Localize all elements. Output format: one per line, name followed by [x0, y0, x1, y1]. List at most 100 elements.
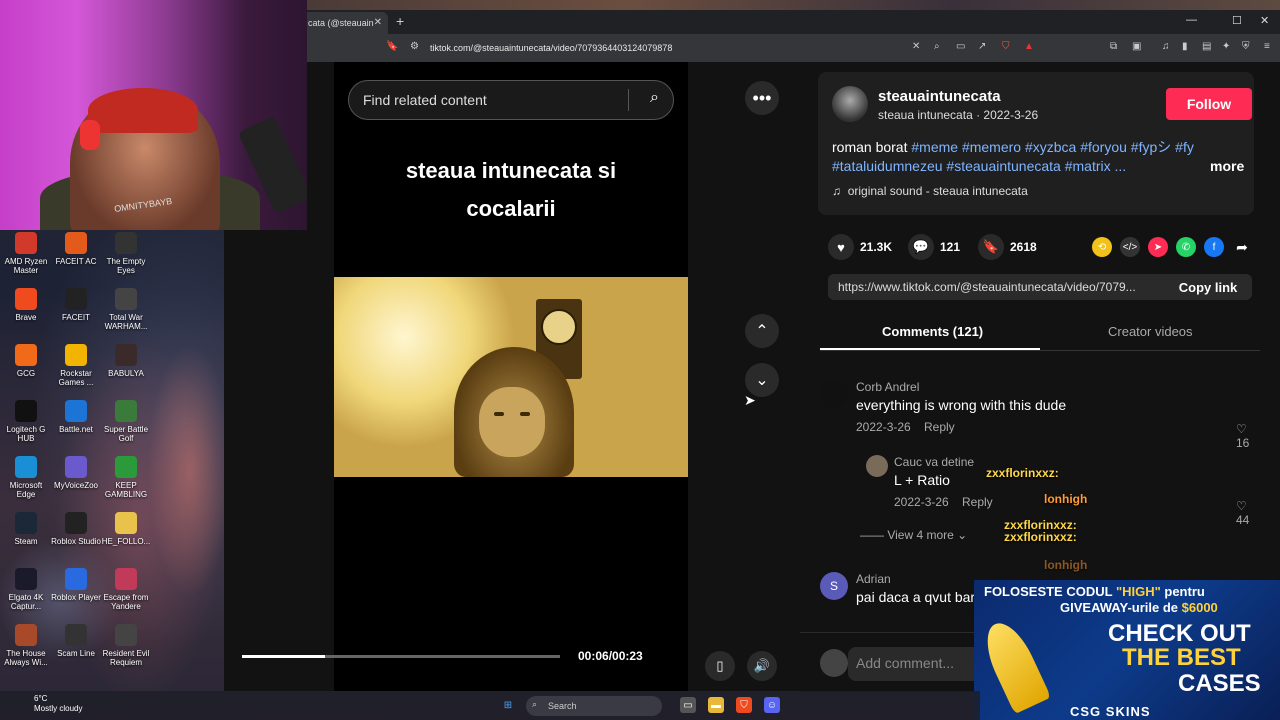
hashtags-line2[interactable]: #tataluidumnezeu #steauaintunecata #matr…	[832, 158, 1126, 174]
desktop-icon[interactable]: Microsoft Edge	[0, 456, 52, 499]
author-username[interactable]: steauaintunecata	[878, 88, 1001, 105]
file-explorer-icon[interactable]: ▬	[708, 697, 724, 713]
promo-headline-2: THE BEST	[1122, 644, 1241, 671]
send-icon[interactable]: ➤	[1148, 237, 1168, 257]
tab-title: cata (@steauain	[308, 18, 374, 28]
desktop-icon[interactable]: FACEIT	[50, 288, 102, 322]
reply-button[interactable]: Reply	[924, 420, 955, 434]
bookmark-icon[interactable]: 🔖	[386, 41, 398, 52]
previous-video-button[interactable]: ⌃	[745, 314, 779, 348]
like-button[interactable]: ♥ 21.3K	[828, 234, 892, 260]
comment-avatar[interactable]	[820, 380, 848, 408]
share-page-icon[interactable]: ↗	[978, 41, 986, 52]
comment-username[interactable]: Corb Andrel	[856, 380, 919, 394]
desktop-icon[interactable]: HE_FOLLO...	[100, 512, 152, 546]
tab-comments[interactable]: Comments (121)	[882, 324, 983, 339]
app-icon	[65, 344, 87, 366]
whatsapp-icon[interactable]: ✆	[1176, 237, 1196, 257]
taskbar-search[interactable]: ⌕ Search	[526, 696, 662, 716]
discord-icon[interactable]: ☺	[764, 697, 780, 713]
reply-username[interactable]: Cauc va detine	[894, 455, 974, 469]
desktop-icon[interactable]: Roblox Studio	[50, 512, 102, 546]
mini-player-button[interactable]: ▯	[705, 651, 735, 681]
desktop-icon[interactable]: Steam	[0, 512, 52, 546]
search-input[interactable]: Find related content ⌕	[348, 80, 674, 120]
desktop-icon[interactable]: The House Always Wi...	[0, 624, 52, 667]
comment-button[interactable]: 💬 121	[908, 234, 960, 260]
desktop-icon[interactable]: Elgato 4K Captur...	[0, 568, 52, 611]
follow-button[interactable]: Follow	[1166, 88, 1252, 120]
app-icon	[115, 344, 137, 366]
copy-link-button[interactable]: Copy link	[1164, 274, 1252, 300]
desktop-icon[interactable]: Escape from Yandere	[100, 568, 152, 611]
share-arrow-icon[interactable]: ➦	[1232, 237, 1252, 257]
desktop-icon[interactable]: Super Battle Golf	[100, 400, 152, 443]
webcam-headphone	[80, 120, 100, 150]
desktop-icon[interactable]: Total War WARHAM...	[100, 288, 152, 331]
comment-avatar[interactable]: S	[820, 572, 848, 600]
brave-shield-icon[interactable]: ⛉	[1002, 41, 1010, 52]
wallet-icon[interactable]: ▤	[1202, 41, 1211, 52]
close-tab-icon[interactable]: ✕	[374, 17, 382, 28]
new-tab-button[interactable]: +	[396, 13, 404, 29]
volume-button[interactable]: 🔊	[747, 651, 777, 681]
search-icon[interactable]: ⌕	[650, 89, 659, 107]
minimize-button[interactable]: —	[1186, 14, 1197, 26]
menu-icon[interactable]: ≡	[1264, 41, 1270, 52]
vpn-icon[interactable]: ⛨	[1242, 41, 1250, 52]
desktop-icon[interactable]: Battle.net	[50, 400, 102, 434]
comment-username[interactable]: Adrian	[856, 572, 891, 586]
repost-icon[interactable]: ⟲	[1092, 237, 1112, 257]
divider-line: ——	[860, 528, 888, 542]
embed-icon[interactable]: </>	[1120, 237, 1140, 257]
leo-icon[interactable]: ✦	[1222, 41, 1230, 52]
sidebar-icon[interactable]: ▮	[1182, 41, 1188, 52]
comment-like-button[interactable]: ♡ 16	[1236, 422, 1260, 450]
video-progress-bar[interactable]	[242, 655, 560, 658]
view-more-replies-button[interactable]: —— View 4 more ⌄	[860, 528, 967, 542]
windows-start-icon[interactable]: ⊞	[500, 697, 516, 713]
more-button[interactable]: more	[1210, 158, 1244, 174]
desktop-icon[interactable]: BABULYA	[100, 344, 152, 378]
brave-taskbar-icon[interactable]: ⛉	[736, 697, 752, 713]
save-button[interactable]: 🔖 2618	[978, 234, 1037, 260]
desktop-icon[interactable]: FACEIT AC	[50, 232, 102, 266]
cast-icon[interactable]: ▭	[956, 41, 965, 52]
brave-rewards-icon[interactable]: ▲	[1024, 41, 1034, 52]
app-icon	[15, 456, 37, 478]
more-options-button[interactable]: •••	[745, 81, 779, 115]
desktop-icon[interactable]: The Empty Eyes	[100, 232, 152, 275]
media-icon[interactable]: ♫	[1162, 41, 1170, 52]
video-caption-line2: cocalarii	[466, 196, 556, 221]
reader-icon[interactable]: ▣	[1132, 41, 1141, 52]
desktop-icon[interactable]: KEEP GAMBLING	[100, 456, 152, 499]
hashtags-line1[interactable]: #meme #memero #xyzbca #foryou #fypシ #fy	[911, 139, 1193, 155]
reply-avatar[interactable]	[866, 455, 888, 477]
task-view-icon[interactable]: ▭	[680, 697, 696, 713]
desktop-icon[interactable]: MyVoiceZoo	[50, 456, 102, 490]
desktop-icon-label: MyVoiceZoo	[53, 481, 99, 490]
desktop-icon[interactable]: Resident Evil Requiem	[100, 624, 152, 667]
desktop-icon[interactable]: GCG	[0, 344, 52, 378]
tab-creator-videos[interactable]: Creator videos	[1108, 324, 1193, 339]
extensions-icon[interactable]: ⧉	[1110, 41, 1117, 52]
desktop-icon[interactable]: Brave	[0, 288, 52, 322]
maximize-button[interactable]: ☐	[1232, 14, 1242, 27]
mute-icon[interactable]: ✕	[912, 41, 920, 52]
desktop-icon[interactable]: Rockstar Games ...	[50, 344, 102, 387]
close-window-button[interactable]: ✕	[1260, 14, 1269, 27]
facebook-icon[interactable]: f	[1204, 237, 1224, 257]
site-info-icon[interactable]: ⚙	[410, 41, 419, 52]
browser-tab[interactable]: cata (@steauain ✕	[300, 12, 388, 34]
original-sound-link[interactable]: ♫ original sound - steaua intunecata	[832, 184, 1028, 198]
desktop-icon[interactable]: Logitech G HUB	[0, 400, 52, 443]
reply-like-button[interactable]: ♡ 44	[1236, 499, 1260, 527]
desktop-icon[interactable]: AMD Ryzen Master	[0, 232, 52, 275]
desktop-icon[interactable]: Roblox Player	[50, 568, 102, 602]
author-avatar[interactable]	[832, 86, 868, 122]
zoom-icon[interactable]: ⌕	[934, 41, 940, 52]
url-field[interactable]: tiktok.com/@steauaintunecata/video/70793…	[430, 43, 672, 53]
my-avatar	[820, 649, 848, 677]
desktop-icon[interactable]: Scam Line	[50, 624, 102, 658]
weather-widget[interactable]: 6°C Mostly cloudy	[10, 694, 82, 714]
